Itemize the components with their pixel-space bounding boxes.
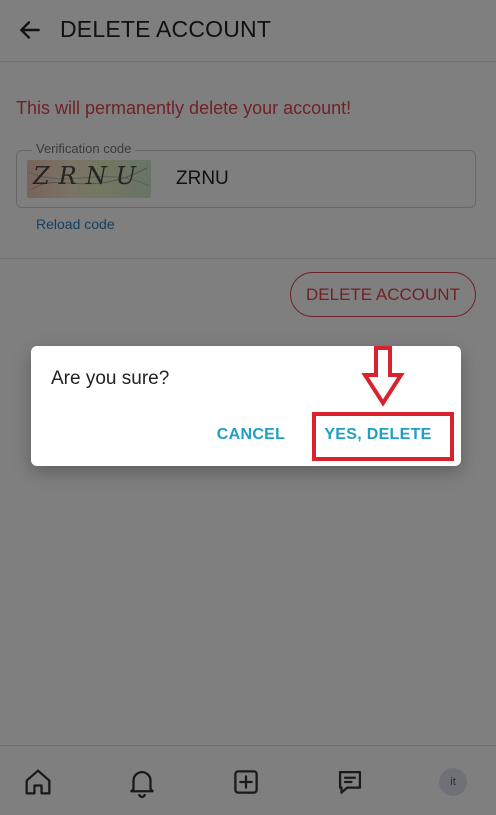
highlight-box <box>312 412 454 461</box>
cancel-button[interactable]: CANCEL <box>207 418 295 452</box>
arrow-down-icon <box>361 346 405 407</box>
dialog-message: Are you sure? <box>51 368 170 389</box>
